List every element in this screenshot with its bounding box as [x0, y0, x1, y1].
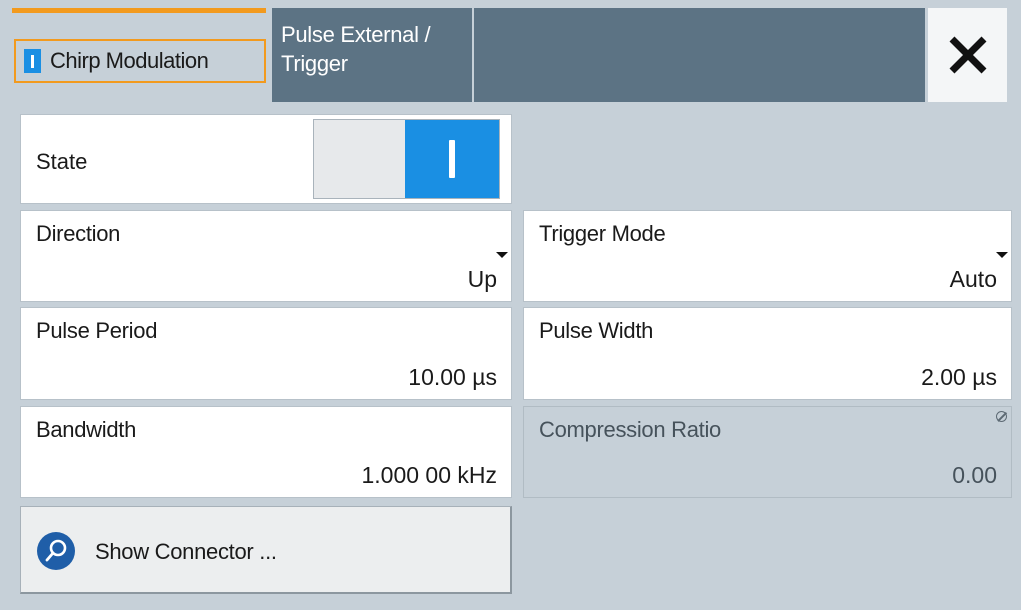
direction-select[interactable]: Direction Up: [20, 210, 512, 302]
state-label: State: [36, 149, 88, 174]
bandwidth-value: 1.000 00 kHz: [361, 462, 497, 488]
close-icon: [949, 36, 986, 74]
close-button[interactable]: [928, 8, 1007, 102]
state-toggle-on: [405, 120, 499, 198]
pulse-period-label: Pulse Period: [36, 318, 158, 343]
state-toggle[interactable]: [313, 119, 500, 199]
show-connector-label: Show Connector ...: [95, 539, 277, 564]
trigger-mode-value: Auto: [949, 266, 997, 292]
tab-chirp-modulation[interactable]: Chirp Modulation: [12, 8, 266, 100]
tab-pulse-external-label-line2: Trigger: [281, 51, 348, 76]
direction-label: Direction: [36, 221, 121, 246]
tab-chirp-modulation-label: Chirp Modulation: [50, 48, 209, 73]
pulse-width-value: 2.00 µs: [921, 364, 997, 390]
state-on-glyph: [449, 140, 455, 178]
direction-value: Up: [467, 266, 497, 292]
tab-bar: Chirp Modulation Pulse External / Trigge…: [0, 0, 1021, 104]
trigger-mode-label: Trigger Mode: [539, 221, 666, 246]
tab-pulse-external-label-line1: Pulse External /: [281, 22, 431, 47]
compression-ratio-field: Compression Ratio 0.00: [523, 406, 1012, 498]
trigger-mode-select[interactable]: Trigger Mode Auto: [523, 210, 1012, 302]
compression-ratio-value: 0.00: [952, 462, 997, 488]
tab-chirp-modulation-focus: Chirp Modulation: [14, 39, 266, 83]
bandwidth-label: Bandwidth: [36, 417, 137, 442]
trigger-mode-dropdown-arrow-icon: [996, 252, 1008, 258]
pulse-width-label: Pulse Width: [539, 318, 654, 343]
tab-state-indicator-icon: [24, 49, 41, 73]
bandwidth-field[interactable]: Bandwidth 1.000 00 kHz: [20, 406, 512, 498]
tab-bar-filler: [474, 8, 925, 102]
direction-dropdown-arrow-icon: [496, 252, 508, 258]
pulse-width-field[interactable]: Pulse Width 2.00 µs: [523, 307, 1012, 400]
search-icon: [37, 532, 75, 570]
compression-ratio-label: Compression Ratio: [539, 417, 721, 442]
state-field: State: [20, 114, 512, 204]
show-connector-button[interactable]: Show Connector ...: [20, 506, 512, 594]
pulse-period-value: 10.00 µs: [408, 364, 497, 390]
pulse-period-field[interactable]: Pulse Period 10.00 µs: [20, 307, 512, 400]
read-only-icon: [996, 411, 1007, 422]
tab-pulse-external-trigger[interactable]: Pulse External / Trigger: [272, 8, 472, 102]
